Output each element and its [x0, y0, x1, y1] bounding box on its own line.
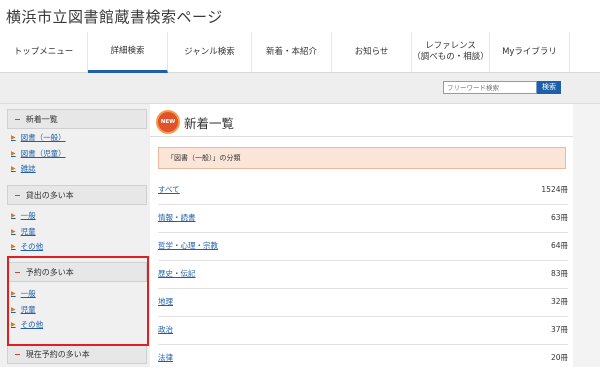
- divider: [150, 136, 573, 137]
- dash-icon: −: [14, 114, 21, 124]
- table-row: 地理 32冊: [158, 290, 568, 317]
- book-count: 37冊: [550, 325, 568, 334]
- triangle-right-icon: ▶: [11, 243, 16, 250]
- category-link[interactable]: 哲学・心理・宗教: [158, 240, 218, 251]
- sidebar-item-borrowed-children[interactable]: ▶ 児童: [11, 226, 36, 237]
- main-panel: NEW 新着一覧 「図書（一般）」の分類 すべて 1524冊 情報・読書 63冊…: [150, 104, 573, 367]
- tab-reference[interactable]: レファレンス （調べもの・相談）: [412, 32, 490, 72]
- site-title: 横浜市立図書館蔵書検索ページ: [6, 8, 223, 26]
- table-row: 情報・読書 63冊: [158, 206, 568, 233]
- tab-notices[interactable]: お知らせ: [332, 32, 412, 72]
- table-row: すべて 1524冊: [158, 178, 568, 205]
- sidebar-section-most-borrowed: − 貸出の多い本: [7, 185, 147, 205]
- dash-icon: −: [14, 349, 21, 359]
- category-link[interactable]: 情報・読書: [158, 212, 196, 223]
- search-bar: 検索: [0, 73, 600, 104]
- tab-new-arrivals[interactable]: 新着・本紹介: [252, 32, 332, 72]
- book-count: 83冊: [550, 269, 568, 278]
- sidebar-item-borrowed-general[interactable]: ▶ 一般: [11, 210, 36, 221]
- tab-advanced-search[interactable]: 詳細検索: [88, 32, 168, 73]
- tab-top-menu[interactable]: トップメニュー: [0, 32, 88, 72]
- category-note: 「図書（一般）」の分類: [158, 147, 566, 169]
- tab-my-library[interactable]: Myライブラリ: [490, 32, 570, 72]
- book-count: 64冊: [550, 241, 568, 250]
- book-count: 1524冊: [541, 185, 568, 194]
- sidebar-item-borrowed-other[interactable]: ▶ その他: [11, 241, 43, 252]
- search-input[interactable]: [443, 81, 537, 94]
- category-link[interactable]: すべて: [158, 184, 180, 195]
- sidebar-section-currently-reserved: − 現在予約の多い本: [7, 344, 147, 364]
- triangle-right-icon: ▶: [11, 228, 16, 235]
- new-badge-icon: NEW: [158, 112, 178, 132]
- dash-icon: −: [14, 190, 21, 200]
- book-count: 20冊: [550, 353, 568, 362]
- sidebar-section-new-arrivals: − 新着一覧: [7, 109, 147, 129]
- table-row: 法律 20冊: [158, 346, 568, 373]
- top-navigation: トップメニュー 詳細検索 ジャンル検索 新着・本紹介 お知らせ レファレンス （…: [0, 32, 600, 73]
- table-row: 哲学・心理・宗教 64冊: [158, 234, 568, 261]
- table-row: 歴史・伝記 83冊: [158, 262, 568, 289]
- page-edge: [573, 104, 600, 367]
- search-button[interactable]: 検索: [537, 81, 561, 94]
- table-row: 政治 37冊: [158, 318, 568, 345]
- triangle-right-icon: ▶: [11, 212, 16, 219]
- tab-genre-search[interactable]: ジャンル検索: [168, 32, 252, 72]
- triangle-right-icon: ▶: [11, 165, 16, 172]
- category-link[interactable]: 歴史・伝記: [158, 268, 196, 279]
- highlight-box: [7, 256, 149, 346]
- triangle-right-icon: ▶: [11, 134, 16, 141]
- book-count: 32冊: [550, 297, 568, 306]
- category-link[interactable]: 法律: [158, 352, 173, 363]
- category-link[interactable]: 政治: [158, 324, 173, 335]
- sidebar-item-books-children[interactable]: ▶ 図書（児童）: [11, 148, 66, 159]
- page-title: NEW 新着一覧: [158, 112, 234, 132]
- triangle-right-icon: ▶: [11, 150, 16, 157]
- sidebar-item-magazines[interactable]: ▶ 雑誌: [11, 163, 36, 174]
- sidebar-item-books-general[interactable]: ▶ 図書（一般）: [11, 132, 66, 143]
- book-count: 63冊: [550, 213, 568, 222]
- category-link[interactable]: 地理: [158, 296, 173, 307]
